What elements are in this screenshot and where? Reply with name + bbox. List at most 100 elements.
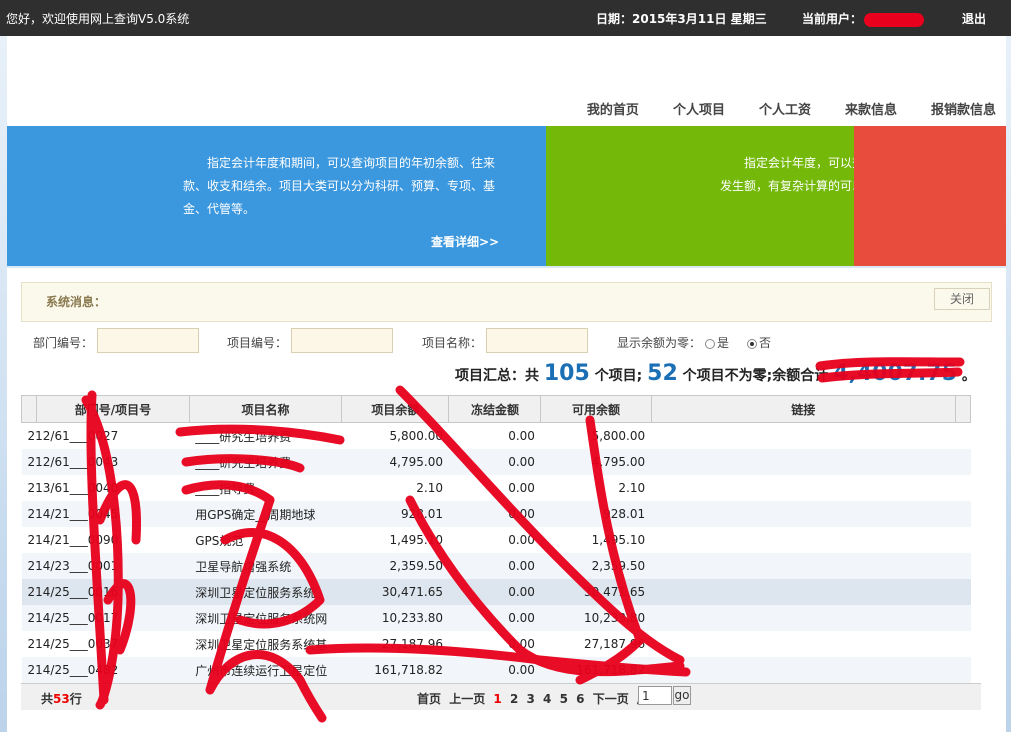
table-row[interactable]: 212/61___0043 ____研究生培养费 4,795.00 0.00 4,795… — [21, 449, 971, 475]
system-message-label: 系统消息： — [46, 295, 107, 309]
first-page-link[interactable]: 首页 — [417, 692, 441, 706]
page-link-6[interactable]: 6 — [576, 692, 584, 706]
cell-link[interactable] — [651, 501, 971, 527]
table-row[interactable]: 214/25___0482 广州市连续运行卫星定位 161,718.82 0.00 16… — [21, 657, 971, 683]
banner-second-text: 指定会计年度，可以查 发生额，有复杂计算的可以 — [720, 152, 854, 198]
summary-nonzero: 52 — [647, 361, 678, 386]
cell-balance: 2,359.50 — [341, 553, 449, 579]
cell-dept-project: 214/25___0017 — [21, 605, 190, 631]
next-page-link[interactable]: 下一页 — [593, 692, 629, 706]
page-link-5[interactable]: 5 — [560, 692, 568, 706]
table-row[interactable]: 212/61___0027 ____研究生培养费 5,800.00 0.00 5,800… — [22, 423, 971, 450]
cell-balance: 5,800.00 — [389, 429, 443, 443]
cell-link[interactable] — [651, 631, 970, 657]
summary-amount-tail: 07.75 — [887, 361, 958, 386]
cell-dept-project: 214/25___0037 — [27, 637, 119, 651]
dept-no-input[interactable] — [97, 328, 199, 353]
cell-balance: 4,795.00 — [341, 449, 449, 475]
page-link-1[interactable]: 1 — [493, 692, 501, 706]
table-row[interactable]: 214/21___0090 GPS规范 1,495.10 0.00 1,495.10 — [22, 527, 971, 553]
nav-income[interactable]: 来款信息 — [845, 99, 897, 118]
close-button[interactable]: 关闭 — [934, 288, 990, 310]
cell-frozen: 0.00 — [448, 579, 541, 605]
cell-link[interactable] — [651, 657, 971, 683]
cell-available: 30,471.65 — [540, 579, 652, 605]
page-link-2[interactable]: 2 — [510, 692, 518, 706]
nav-reimbursement[interactable]: 报销款信息 — [931, 99, 996, 118]
col-available[interactable]: 可用余额 — [540, 395, 652, 423]
search-form: 部门编号： 项目编号： 项目名称： 显示余额为零： 是 否 — [21, 326, 990, 364]
logout-link[interactable]: 退出 — [962, 10, 986, 27]
dept-no-label: 部门编号： — [33, 336, 94, 350]
prev-page-link[interactable]: 上一页 — [449, 692, 485, 706]
cell-balance: 30,471.65 — [341, 579, 449, 605]
cell-link[interactable] — [651, 605, 971, 631]
main-nav: 我的首页 个人项目 个人工资 来款信息 报销款信息 — [553, 99, 996, 118]
banner-project: 指定会计年度和期间，可以查询项目的年初余额、往来款、收支和结余。项目大类可以分为… — [7, 126, 546, 266]
page-link-4[interactable]: 4 — [543, 692, 551, 706]
cell-available: 10,233.80 — [540, 605, 652, 631]
redacted-username — [864, 12, 925, 27]
nav-home[interactable]: 我的首页 — [587, 99, 639, 118]
zero-no-option[interactable]: 否 — [747, 334, 771, 351]
cell-frozen: 0.00 — [448, 605, 541, 631]
header: 我的首页 个人项目 个人工资 来款信息 报销款信息 — [7, 36, 1006, 126]
cell-link[interactable] — [651, 579, 971, 605]
table-row[interactable]: 214/23___0001 卫星导航增强系统 2,359.50 0.00 2,359.5… — [21, 553, 971, 579]
col-dept-project[interactable]: 部门号/项目号 — [36, 395, 190, 423]
cell-dept-project: 214/21___0090 — [27, 533, 119, 547]
nav-salary[interactable]: 个人工资 — [759, 99, 811, 118]
col-project-name[interactable]: 项目名称 — [188, 395, 343, 423]
cell-project-name: 用GPS确定__周期地球 — [189, 501, 342, 527]
summary-amount: 4,40 — [833, 361, 888, 386]
table-header: 部门号/项目号 项目名称 项目余额 冻结金额 可用余额 链接 — [20, 395, 972, 423]
banner-project-text: 指定会计年度和期间，可以查询项目的年初余额、往来款、收支和结余。项目大类可以分为… — [183, 156, 496, 216]
table-row[interactable]: 214/25___0017 深圳卫星定位服务系统网 10,233.80 0.00 10,… — [21, 605, 971, 631]
cell-project-name: 深圳卫星定位服务系统网 — [189, 605, 342, 631]
total-prefix: 共 — [41, 692, 54, 706]
table-body: 212/61___0027 ____研究生培养费 5,800.00 0.00 5,800… — [21, 423, 971, 683]
page-links: 首页 上一页 1 2 3 4 5 6 下一页 尾页 — [417, 690, 665, 707]
cell-dept-project: 212/61___0027 — [27, 429, 119, 443]
view-details-link[interactable]: 查看详细>> — [431, 233, 499, 250]
cell-balance: 1,495.10 — [389, 533, 443, 547]
table-row-selected[interactable]: 214/25___0016 深圳卫星定位服务系统 30,471.65 0.00 30,4… — [21, 579, 971, 605]
cell-frozen: 0.00 — [448, 501, 541, 527]
cell-project-name: ____研究生培养费 — [189, 449, 342, 475]
banner-third — [854, 126, 1006, 266]
cell-frozen: 0.00 — [508, 429, 535, 443]
cell-link[interactable] — [651, 527, 970, 553]
col-balance[interactable]: 项目余额 — [341, 395, 450, 423]
cell-link[interactable] — [651, 423, 970, 450]
page-link-3[interactable]: 3 — [527, 692, 535, 706]
summary-total: 105 — [543, 361, 590, 386]
page-number-input[interactable]: 1 — [638, 686, 672, 705]
cell-available: 161,718.82 — [540, 657, 652, 683]
summary-suffix: 个项目不为零;余额合计 — [682, 368, 829, 384]
radio-no-label: 否 — [759, 336, 772, 350]
cell-link[interactable] — [651, 553, 971, 579]
go-button[interactable]: go — [673, 686, 691, 705]
cell-available: 2,359.50 — [540, 553, 652, 579]
cell-balance: 10,233.80 — [341, 605, 449, 631]
cell-project-name: 深圳卫星定位服务系统基 — [195, 637, 328, 652]
table-row[interactable]: 213/61___0040 ____指导费 2.10 0.00 2.10 — [22, 475, 971, 501]
cell-frozen: 0.00 — [508, 481, 535, 495]
project-no-input[interactable] — [291, 328, 393, 353]
total-count: 53 — [53, 692, 70, 706]
col-link[interactable]: 链接 — [650, 395, 956, 423]
radio-no[interactable] — [747, 338, 757, 349]
radio-yes[interactable] — [705, 338, 715, 349]
zero-yes-option[interactable]: 是 — [705, 334, 729, 351]
cell-link[interactable] — [651, 449, 971, 475]
system-message-bar: 系统消息： 关闭 — [21, 282, 992, 322]
cell-project-name: 广州市连续运行卫星定位 — [189, 657, 342, 683]
project-name-input[interactable] — [486, 328, 588, 353]
table-row[interactable]: 214/21___0045 用GPS确定__周期地球 928.01 0.00 928.0… — [21, 501, 971, 527]
nav-projects[interactable]: 个人项目 — [673, 99, 725, 118]
table-row[interactable]: 214/25___0037 深圳卫星定位服务系统基 27,187.96 0.00 27,… — [22, 631, 971, 657]
banner-second-line1: 指定会计年度，可以查 — [744, 156, 854, 170]
banner-second: 指定会计年度，可以查 发生额，有复杂计算的可以 — [546, 126, 854, 266]
cell-link[interactable] — [651, 475, 970, 501]
col-frozen[interactable]: 冻结金额 — [448, 395, 542, 423]
